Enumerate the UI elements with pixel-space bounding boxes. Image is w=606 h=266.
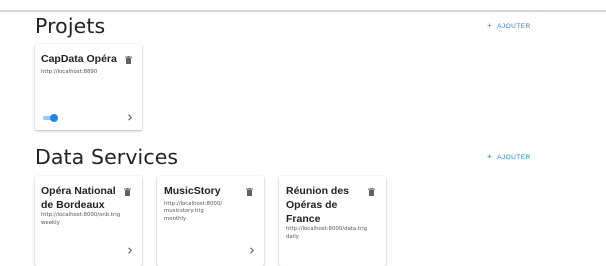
top-divider — [0, 10, 606, 12]
add-data-service-label: AJOUTER — [497, 153, 531, 161]
service-name-line3: France — [286, 213, 321, 225]
add-project-label: AJOUTER — [497, 22, 531, 30]
data-service-card[interactable]: Réunion des Opéras de France http://loca… — [279, 176, 386, 266]
chevron-right-icon[interactable] — [127, 114, 133, 121]
data-services-title: Data Services — [35, 145, 179, 169]
plus-icon: + — [487, 152, 493, 161]
chevron-right-icon[interactable] — [127, 247, 133, 254]
trash-icon[interactable] — [124, 188, 131, 196]
add-project-button[interactable]: + AJOUTER — [487, 22, 531, 30]
trash-icon[interactable] — [368, 188, 375, 196]
service-name-line1: Réunion des — [286, 185, 350, 197]
data-service-card[interactable]: Opéra National de Bordeaux http://localh… — [35, 176, 142, 266]
project-card[interactable]: CapData Opéra http://localhost:8890 — [35, 44, 142, 130]
service-url: http://localhost:8000/onb.trig — [41, 212, 121, 218]
service-frequency: weekly — [41, 220, 60, 226]
service-name-line1: Opéra National — [41, 185, 116, 197]
service-frequency: daily — [286, 234, 299, 240]
trash-icon[interactable] — [125, 56, 132, 64]
service-url-line1: http://localhost:8000/ — [164, 201, 223, 207]
trash-icon[interactable] — [246, 188, 253, 196]
add-data-service-button[interactable]: + AJOUTER — [487, 153, 531, 161]
project-name: CapData Opéra — [41, 53, 117, 65]
plus-icon: + — [487, 21, 493, 30]
projects-title: Projets — [35, 14, 106, 38]
project-url: http://localhost:8890 — [41, 69, 98, 75]
service-name-line2: de Bordeaux — [41, 199, 105, 211]
service-url: http://localhost:8000/data.trig — [286, 226, 368, 232]
service-url-line2: musicstory.trig — [164, 208, 204, 214]
chevron-right-icon[interactable] — [249, 247, 255, 254]
service-frequency: monthly — [164, 216, 187, 222]
project-enabled-toggle[interactable] — [42, 114, 58, 122]
service-name-line2: Opéras de — [286, 199, 338, 211]
data-service-card[interactable]: MusicStory http://localhost:8000/ musics… — [157, 176, 264, 266]
service-name: MusicStory — [164, 185, 221, 197]
